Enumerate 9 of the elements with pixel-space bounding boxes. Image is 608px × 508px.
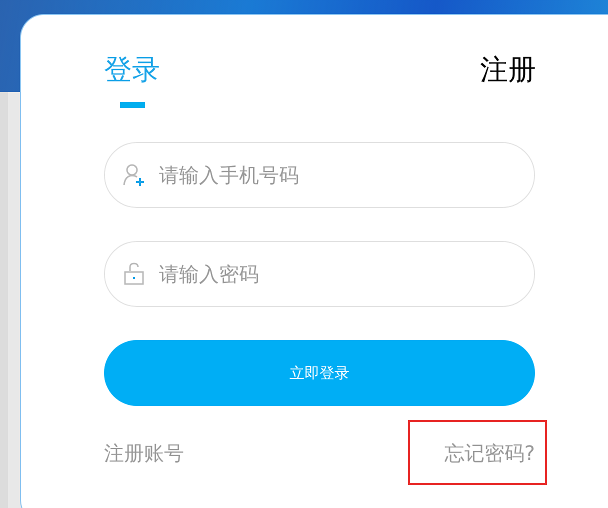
user-add-icon	[122, 163, 146, 187]
input-field[interactable]: 请输入手机号码	[104, 142, 535, 208]
tab[interactable]: 登录	[104, 53, 160, 87]
unlocked-padlock-icon	[122, 262, 146, 286]
link[interactable]: 注册账号	[104, 440, 184, 467]
login-button[interactable]: 立即登录	[104, 340, 535, 406]
input-field[interactable]: 请输入密码	[104, 241, 535, 307]
tab[interactable]: 注册	[480, 53, 536, 87]
link[interactable]: 忘记密码?	[444, 441, 535, 465]
